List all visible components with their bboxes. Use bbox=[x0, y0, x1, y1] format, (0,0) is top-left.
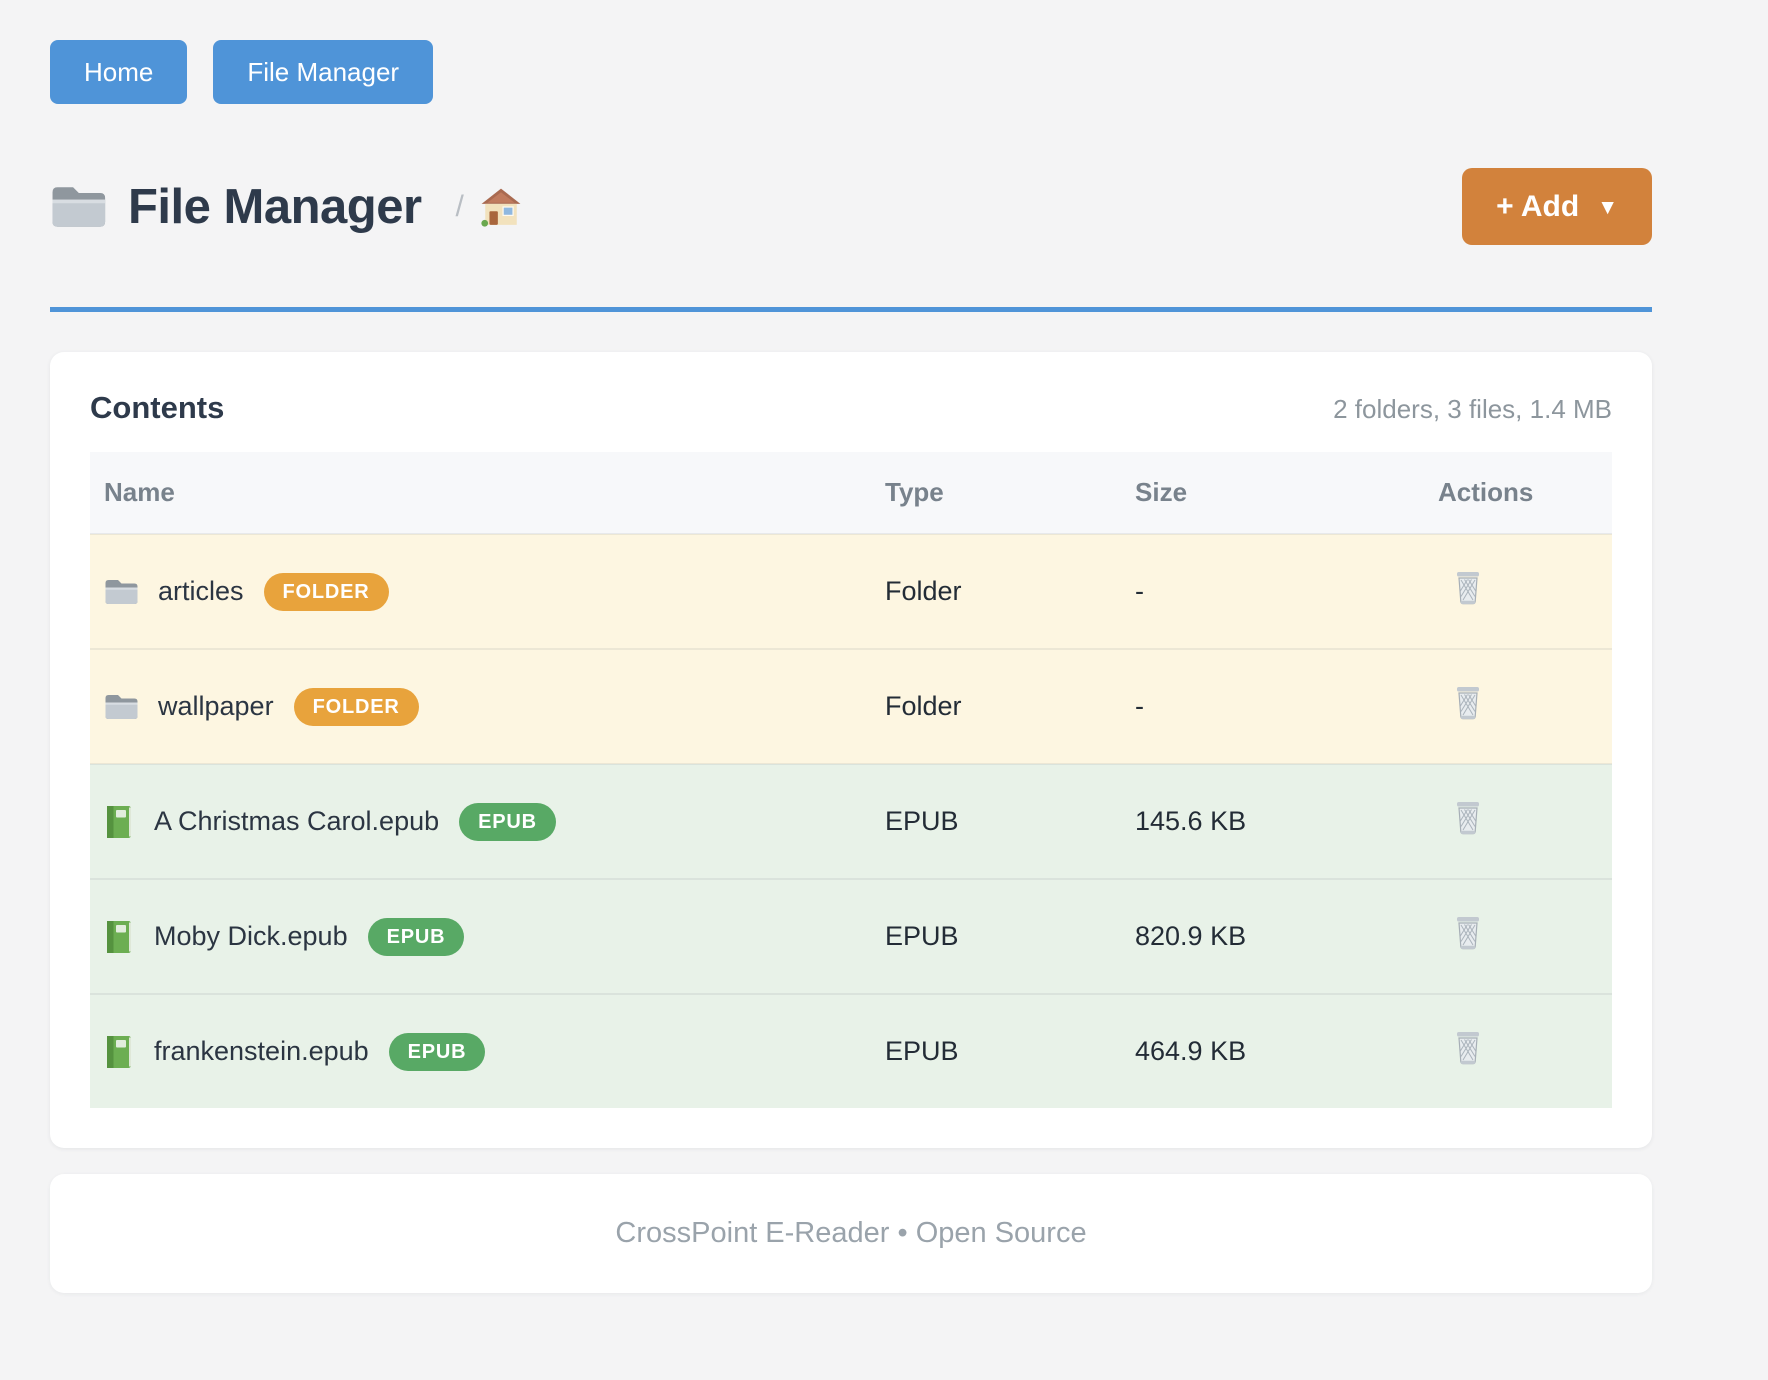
column-header-size: Size bbox=[1121, 452, 1424, 534]
column-header-actions: Actions bbox=[1424, 452, 1612, 534]
file-name[interactable]: A Christmas Carol.epub bbox=[154, 806, 439, 837]
page-header: File Manager / + Add ▼ bbox=[50, 168, 1652, 245]
table-row-moby-dick: Moby Dick.epub EPUB EPUB 820.9 KB bbox=[90, 879, 1612, 994]
contents-summary: 2 folders, 3 files, 1.4 MB bbox=[1333, 394, 1612, 425]
delete-button[interactable] bbox=[1454, 1031, 1482, 1065]
delete-button[interactable] bbox=[1454, 916, 1482, 950]
file-name[interactable]: wallpaper bbox=[158, 691, 274, 722]
file-table: Name Type Size Actions bbox=[90, 452, 1612, 1108]
epub-badge: EPUB bbox=[389, 1033, 486, 1071]
table-header-row: Name Type Size Actions bbox=[90, 452, 1612, 534]
footer-text: CrossPoint E-Reader • Open Source bbox=[615, 1217, 1086, 1250]
folder-badge: FOLDER bbox=[294, 688, 419, 726]
file-type: Folder bbox=[871, 534, 1121, 649]
delete-button[interactable] bbox=[1454, 686, 1482, 720]
home-button[interactable]: Home bbox=[50, 40, 187, 104]
epub-badge: EPUB bbox=[459, 803, 556, 841]
file-name[interactable]: articles bbox=[158, 576, 244, 607]
breadcrumb: / bbox=[456, 187, 522, 227]
trash-icon bbox=[1454, 801, 1482, 835]
file-manager-button[interactable]: File Manager bbox=[213, 40, 433, 104]
add-button[interactable]: + Add ▼ bbox=[1462, 168, 1652, 245]
folder-badge: FOLDER bbox=[264, 573, 389, 611]
file-size: 145.6 KB bbox=[1121, 764, 1424, 879]
epub-badge: EPUB bbox=[368, 918, 465, 956]
contents-card-header: Contents 2 folders, 3 files, 1.4 MB bbox=[90, 390, 1612, 426]
delete-button[interactable] bbox=[1454, 571, 1482, 605]
table-row-christmas-carol: A Christmas Carol.epub EPUB EPUB 145.6 K… bbox=[90, 764, 1612, 879]
file-size: - bbox=[1121, 534, 1424, 649]
chevron-down-icon: ▼ bbox=[1597, 196, 1618, 220]
table-row-wallpaper: wallpaper FOLDER Folder - bbox=[90, 649, 1612, 764]
trash-icon bbox=[1454, 571, 1482, 605]
footer-card: CrossPoint E-Reader • Open Source bbox=[50, 1174, 1652, 1293]
column-header-type: Type bbox=[871, 452, 1121, 534]
book-icon bbox=[104, 805, 134, 839]
trash-icon bbox=[1454, 686, 1482, 720]
breadcrumb-separator: / bbox=[456, 190, 464, 224]
trash-icon bbox=[1454, 1031, 1482, 1065]
table-row-frankenstein: frankenstein.epub EPUB EPUB 464.9 KB bbox=[90, 994, 1612, 1108]
top-nav: Home File Manager bbox=[50, 40, 1652, 104]
folder-icon bbox=[104, 578, 138, 606]
file-type: EPUB bbox=[871, 764, 1121, 879]
file-name[interactable]: Moby Dick.epub bbox=[154, 921, 348, 952]
file-size: 464.9 KB bbox=[1121, 994, 1424, 1108]
delete-button[interactable] bbox=[1454, 801, 1482, 835]
book-icon bbox=[104, 920, 134, 954]
file-type: EPUB bbox=[871, 994, 1121, 1108]
book-icon bbox=[104, 1035, 134, 1069]
file-type: Folder bbox=[871, 649, 1121, 764]
file-type: EPUB bbox=[871, 879, 1121, 994]
contents-card: Contents 2 folders, 3 files, 1.4 MB Name… bbox=[50, 352, 1652, 1148]
table-row-articles: articles FOLDER Folder - bbox=[90, 534, 1612, 649]
contents-title: Contents bbox=[90, 390, 224, 426]
file-size: - bbox=[1121, 649, 1424, 764]
trash-icon bbox=[1454, 916, 1482, 950]
title-group: File Manager / bbox=[50, 179, 522, 235]
file-name[interactable]: frankenstein.epub bbox=[154, 1036, 369, 1067]
add-button-label: + Add bbox=[1496, 190, 1579, 224]
page-container: Home File Manager File Manager / bbox=[50, 0, 1652, 1293]
page-title: File Manager bbox=[128, 179, 422, 235]
folder-icon bbox=[104, 693, 138, 721]
header-divider bbox=[50, 307, 1652, 312]
folder-icon bbox=[50, 184, 106, 230]
home-icon[interactable] bbox=[480, 187, 522, 227]
column-header-name: Name bbox=[90, 452, 871, 534]
file-size: 820.9 KB bbox=[1121, 879, 1424, 994]
